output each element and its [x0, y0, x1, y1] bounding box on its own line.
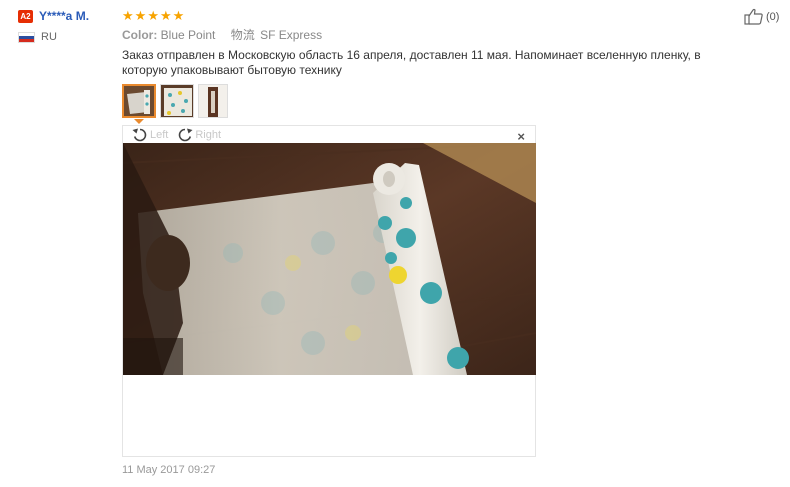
rating-stars: ★ ★ ★ ★ ★ — [122, 8, 742, 22]
active-thumbnail-indicator — [134, 119, 144, 124]
photo-thumbnail[interactable] — [198, 84, 228, 118]
photo-thumbnail[interactable] — [160, 84, 194, 118]
reviewer-country: RU — [41, 31, 57, 43]
rotate-left-icon — [132, 128, 147, 142]
photo-thumbnail[interactable] — [122, 84, 156, 118]
review-date: 11 May 2017 09:27 — [122, 464, 216, 476]
reviewer-info: A2 Y****a M. RU — [18, 8, 113, 44]
shipping-label: 物流 — [230, 28, 255, 42]
rotate-left-button[interactable]: Left — [131, 127, 168, 143]
color-value: Blue Point — [160, 28, 216, 42]
star-icon: ★ — [147, 7, 159, 23]
star-icon: ★ — [134, 7, 147, 23]
color-label: Color: — [122, 28, 158, 42]
shipping-value: SF Express — [260, 28, 323, 42]
review-body: ★ ★ ★ ★ ★ Color: Blue Point 物流 SF Expres… — [122, 8, 742, 78]
reviewer-country-row: RU — [18, 30, 113, 44]
star-icon: ★ — [122, 7, 134, 23]
rotate-left-label: Left — [150, 129, 169, 141]
reviewer-name[interactable]: Y****a M. — [39, 9, 89, 23]
viewer-toolbar: Left Right × — [123, 126, 535, 144]
helpful-button[interactable]: (0) — [744, 8, 779, 25]
buyer-level-badge: A2 — [18, 9, 33, 23]
helpful-count: (0) — [766, 10, 780, 23]
flag-icon — [18, 31, 35, 43]
rotate-right-icon — [179, 128, 193, 142]
review-text: Заказ отправлен в Московскую область 16 … — [122, 48, 701, 77]
star-icon: ★ — [159, 7, 172, 23]
order-info: Color: Blue Point 物流 SF Express — [122, 26, 742, 42]
reviewer-row: A2 Y****a M. — [18, 8, 113, 24]
review-photo-thumbnails — [122, 84, 228, 118]
thumbs-up-icon — [744, 8, 763, 25]
rotate-right-label: Right — [195, 129, 222, 141]
photo-viewer: Left Right × — [122, 125, 536, 457]
rotate-right-button[interactable]: Right — [176, 127, 221, 143]
review-photo[interactable] — [123, 143, 536, 375]
close-icon[interactable]: × — [517, 129, 525, 144]
star-icon: ★ — [172, 7, 185, 23]
